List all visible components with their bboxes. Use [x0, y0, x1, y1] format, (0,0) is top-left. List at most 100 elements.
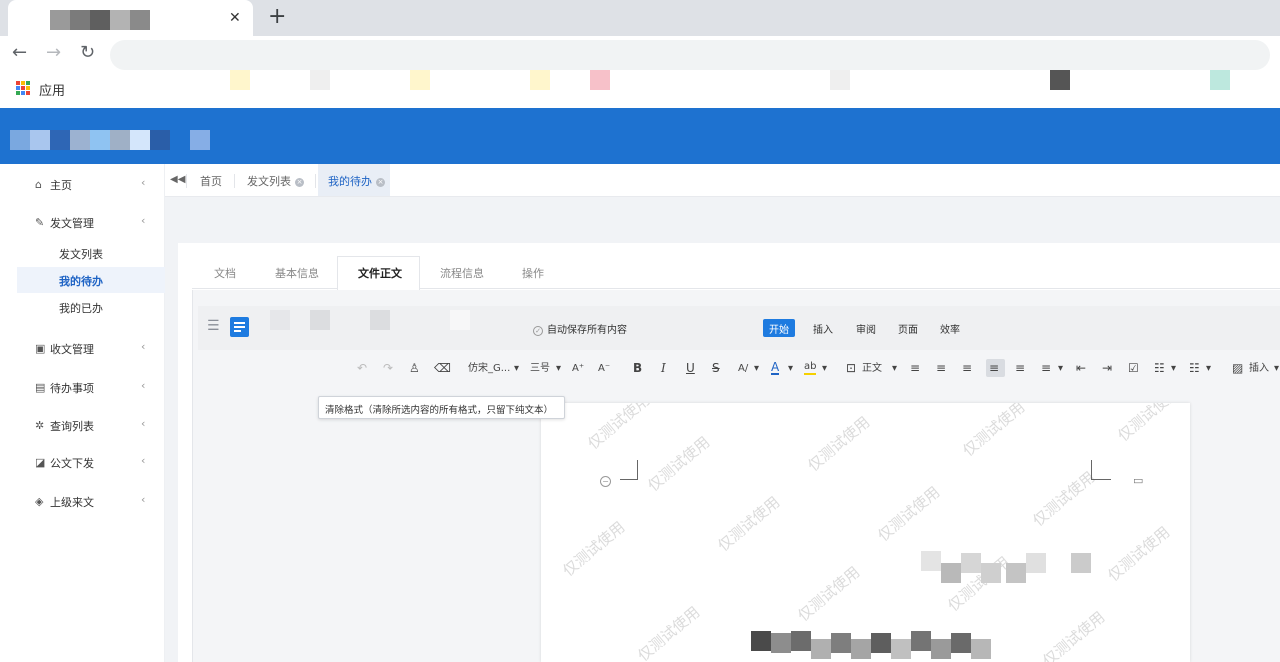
format-painter-icon[interactable]: ♙: [409, 361, 420, 375]
tab-workflow-info[interactable]: 流程信息: [440, 265, 484, 281]
sidebar-item-dispatch[interactable]: ✎ 发文管理 ‹: [0, 206, 165, 238]
chevron-down-icon[interactable]: ▾: [1171, 362, 1176, 376]
paragraph-style-select[interactable]: 正文: [862, 362, 882, 376]
distribute-icon[interactable]: ≡: [1015, 361, 1025, 375]
bookmark-item[interactable]: [830, 70, 850, 90]
sidebar-subitem-dispatch-list[interactable]: 发文列表: [17, 240, 165, 266]
bookmark-item[interactable]: [530, 70, 550, 90]
sidebar-item-upper-docs[interactable]: ◈ 上级来文 ‹: [0, 485, 165, 517]
menu-icon[interactable]: ☰: [207, 318, 220, 334]
page-tab-dispatch-list[interactable]: 发文列表 ×: [247, 164, 304, 196]
bold-button[interactable]: B: [633, 361, 642, 375]
chevron-down-icon[interactable]: ▾: [754, 362, 759, 376]
redacted-heading: [771, 633, 791, 653]
sidebar-item-todo[interactable]: ▤ 待办事项 ‹: [0, 371, 165, 403]
justify-icon[interactable]: ≡: [989, 361, 999, 375]
clear-format-tooltip: 清除格式（清除所选内容的所有格式，只留下纯文本）: [318, 396, 565, 419]
insert-icon[interactable]: ▨: [1232, 361, 1243, 375]
apps-grid-icon[interactable]: [16, 81, 30, 95]
font-color-icon[interactable]: A: [771, 361, 780, 375]
sidebar-subitem-my-done[interactable]: 我的已办: [17, 294, 165, 320]
ribbon-tab-efficiency[interactable]: 效率: [934, 319, 966, 337]
chevron-down-icon[interactable]: ▾: [892, 362, 897, 376]
decrease-indent-icon[interactable]: ⇤: [1076, 361, 1086, 375]
bookmark-item[interactable]: [230, 70, 250, 90]
collapse-circle-icon[interactable]: −: [600, 476, 611, 487]
chevron-down-icon[interactable]: ▾: [822, 362, 827, 376]
clear-format-icon[interactable]: ⌫: [434, 361, 451, 375]
sidebar-item-receive[interactable]: ▣ 收文管理 ‹: [0, 332, 165, 364]
back-icon[interactable]: ←: [12, 42, 27, 64]
redacted-heading: [871, 633, 891, 653]
align-right-icon[interactable]: ≡: [962, 361, 972, 375]
page-tab-home[interactable]: 首页: [200, 164, 222, 196]
paragraph-style-icon[interactable]: ⊡: [846, 361, 856, 375]
chevron-down-icon[interactable]: ▾: [1206, 362, 1211, 376]
ribbon-tab-page[interactable]: 页面: [892, 319, 924, 337]
line-spacing-icon[interactable]: ≡: [1041, 361, 1051, 375]
bookmark-item[interactable]: [1210, 70, 1230, 90]
tab-operations[interactable]: 操作: [522, 265, 544, 281]
redo-icon[interactable]: ↷: [383, 361, 393, 375]
browser-tab[interactable]: [8, 0, 253, 36]
page-tab-my-todo[interactable]: 我的待办 ×: [318, 164, 390, 196]
redacted-tab-title: [130, 10, 150, 30]
tab-close-icon[interactable]: ×: [295, 178, 304, 187]
chevron-down-icon[interactable]: ▾: [1058, 362, 1063, 376]
tab-close-icon[interactable]: ×: [376, 178, 385, 187]
watermark-text: 仅测试使用: [634, 602, 704, 662]
document-icon: [230, 317, 249, 337]
checkbox-list-icon[interactable]: ☑: [1128, 361, 1139, 375]
bookmark-item[interactable]: [410, 70, 430, 90]
numbered-list-icon[interactable]: ☷: [1189, 361, 1200, 375]
grow-font-icon[interactable]: A⁺: [572, 362, 584, 376]
ribbon-tab-insert[interactable]: 插入: [807, 319, 839, 337]
sidebar-item-publish[interactable]: ◪ 公文下发 ‹: [0, 446, 165, 478]
sidebar-item-label: 主页: [50, 179, 72, 192]
collapse-tabs-icon[interactable]: ◀◀: [170, 174, 185, 185]
page-tab-label: 首页: [200, 175, 222, 188]
superscript-icon[interactable]: A/: [738, 362, 748, 376]
address-bar[interactable]: [110, 40, 1270, 70]
chevron-down-icon[interactable]: ▾: [556, 362, 561, 376]
apps-bookmark-label[interactable]: 应用: [39, 80, 65, 99]
tab-close-icon[interactable]: ✕: [229, 9, 241, 27]
new-tab-button[interactable]: +: [268, 5, 286, 29]
font-family-select[interactable]: 仿宋_G...: [468, 362, 510, 376]
sidebar-item-query[interactable]: ✲ 查询列表 ‹: [0, 409, 165, 441]
sidebar-subitem-my-todo[interactable]: 我的待办: [17, 267, 165, 293]
bookmark-item[interactable]: [310, 70, 330, 90]
forward-icon[interactable]: →: [46, 42, 61, 64]
tab-basic-info[interactable]: 基本信息: [275, 265, 319, 281]
bookmark-item[interactable]: [1050, 70, 1070, 90]
bookmark-item[interactable]: [590, 70, 610, 90]
highlight-icon[interactable]: ab: [804, 361, 817, 375]
strikethrough-button[interactable]: S: [712, 361, 720, 375]
bullet-list-icon[interactable]: ☷: [1154, 361, 1165, 375]
ribbon-tab-review[interactable]: 审阅: [850, 319, 882, 337]
undo-icon[interactable]: ↶: [357, 361, 367, 375]
sidebar-item-home[interactable]: ⌂ 主页 ‹: [0, 168, 165, 200]
align-center-icon[interactable]: ≡: [936, 361, 946, 375]
chevron-down-icon[interactable]: ▾: [1274, 362, 1279, 376]
publish-icon: ◪: [35, 456, 46, 469]
comment-icon[interactable]: ▭: [1133, 474, 1143, 487]
chevron-down-icon[interactable]: ▾: [788, 362, 793, 376]
font-size-select[interactable]: 三号: [530, 362, 550, 376]
reload-icon[interactable]: ↻: [80, 42, 95, 64]
insert-button[interactable]: 插入: [1249, 362, 1269, 376]
redacted-heading: [831, 633, 851, 653]
underline-button[interactable]: U: [686, 361, 695, 375]
tab-document[interactable]: 文档: [214, 265, 236, 281]
tab-document-body[interactable]: 文件正文: [358, 265, 402, 281]
chevron-down-icon[interactable]: ▾: [514, 362, 519, 376]
shrink-font-icon[interactable]: A⁻: [598, 362, 610, 376]
ribbon-tab-start[interactable]: 开始: [763, 319, 795, 337]
increase-indent-icon[interactable]: ⇥: [1102, 361, 1112, 375]
document-page[interactable]: 仅测试使用 仅测试使用 仅测试使用 仅测试使用 仅测试使用 仅测试使用 仅测试使…: [541, 403, 1190, 662]
sidebar-item-label: 待办事项: [50, 382, 94, 395]
align-left-icon[interactable]: ≡: [910, 361, 920, 375]
redacted-text: [961, 553, 981, 573]
redacted-text: [1071, 553, 1091, 573]
italic-button[interactable]: I: [661, 361, 666, 375]
